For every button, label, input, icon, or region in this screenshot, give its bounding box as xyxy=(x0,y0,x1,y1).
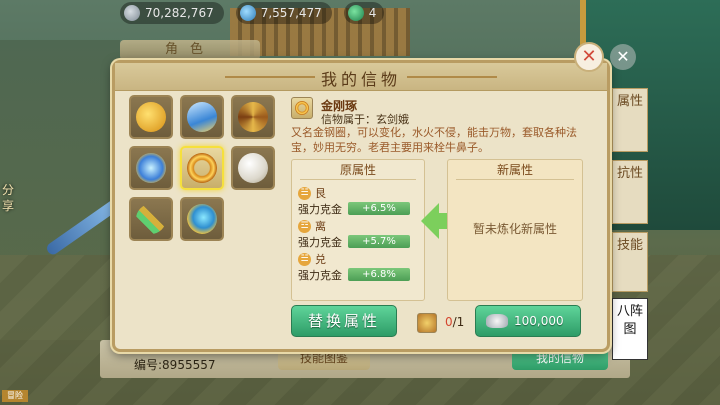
gem-value: 7,557,477 xyxy=(260,6,322,20)
ring-icon xyxy=(295,101,309,115)
tab-skills[interactable]: 技能 xyxy=(612,232,648,292)
token-slot-vase[interactable] xyxy=(180,95,224,139)
close-panel-button[interactable]: ✕ xyxy=(574,42,604,72)
attribute-stat-row: 强力克金 +6.5% xyxy=(298,200,420,217)
original-attributes: 原属性 ☱ 艮 强力克金 +6.5% ☲ 离 强力克金 +5.7% ☱ 兑 强力… xyxy=(291,159,425,301)
gem-icon xyxy=(239,5,256,21)
tab-formation-label: 八阵图 xyxy=(616,304,643,337)
attribute-trigram: ☱ 艮 xyxy=(298,186,420,200)
new-attributes-empty: 暂未炼化新属性 xyxy=(472,222,557,236)
token-grid xyxy=(129,95,279,241)
ring-icon xyxy=(187,153,217,183)
adventure-badge[interactable]: 冒险 xyxy=(2,390,28,402)
token-slot-orb[interactable] xyxy=(129,146,173,190)
token-slot-pearl[interactable] xyxy=(231,146,275,190)
coin-value: 70,282,767 xyxy=(145,6,214,20)
material-needed: /1 xyxy=(452,315,465,329)
selected-token-thumb xyxy=(291,97,313,119)
pearl-icon xyxy=(238,153,268,183)
tab-attributes[interactable]: 属性 xyxy=(612,88,648,152)
token-slot-gourd[interactable] xyxy=(129,95,173,139)
stat-name: 强力克金 xyxy=(298,235,342,249)
tab-resistance-label: 抗性 xyxy=(616,166,643,181)
gourd-icon xyxy=(136,102,166,132)
attribute-stat-row: 强力克金 +5.7% xyxy=(298,233,420,250)
token-slot-ring[interactable] xyxy=(180,146,224,190)
stat-name: 强力克金 xyxy=(298,268,342,282)
token-slot-staff[interactable] xyxy=(231,95,275,139)
serial-number: 编号:8955557 xyxy=(134,358,216,372)
replace-attributes-button[interactable]: 替换属性 xyxy=(291,305,397,337)
silver-ingot-icon xyxy=(486,314,508,328)
staff-icon xyxy=(238,102,268,132)
token-slot-feather[interactable] xyxy=(180,197,224,241)
trigram-name: 兑 xyxy=(315,253,326,266)
orb-icon xyxy=(136,153,166,183)
original-attributes-header: 原属性 xyxy=(300,160,416,180)
attribute-trigram: ☲ 离 xyxy=(298,219,420,233)
new-attributes-header: 新属性 xyxy=(456,160,574,180)
resource-bar: 70,282,767 7,557,477 4 xyxy=(120,0,385,26)
tab-resistance[interactable]: 抗性 xyxy=(612,160,648,224)
close-icon: ✕ xyxy=(581,46,597,67)
stat-name: 强力克金 xyxy=(298,202,342,216)
share-label-2: 享 xyxy=(2,199,15,213)
tab-skills-label: 技能 xyxy=(616,238,643,253)
tab-formation[interactable]: 八阵图 xyxy=(612,298,648,360)
coin-counter: 70,282,767 xyxy=(120,2,224,24)
panel-title-bar: 我的信物 xyxy=(115,63,607,91)
token-description: 又名金钢圈，可以变化，水火不侵，能击万物，套取各种法宝，妙用无穷。老君主要用来栓… xyxy=(291,126,577,154)
close-background-button[interactable]: ✕ xyxy=(610,44,636,70)
trigram-icon: ☱ xyxy=(298,252,311,266)
refine-material-icon[interactable] xyxy=(417,313,437,333)
stat-value: +5.7% xyxy=(348,235,410,248)
attribute-trigram: ☱ 兑 xyxy=(298,252,420,266)
gem-counter: 7,557,477 xyxy=(235,2,332,24)
trigram-name: 离 xyxy=(315,220,326,233)
token-panel: 我的信物 金刚琢 信物属于：玄剑娥 又名金钢圈，可以变化，水火不侵，能击万物，套… xyxy=(112,60,610,352)
attribute-stat-row: 强力克金 +6.8% xyxy=(298,266,420,283)
share-label-1: 分 xyxy=(2,183,15,197)
panel-title: 我的信物 xyxy=(320,70,401,89)
trigram-icon: ☲ xyxy=(298,219,311,233)
role-tab[interactable]: 角色 xyxy=(120,40,260,60)
original-attribute-list: ☱ 艮 强力克金 +6.5% ☲ 离 强力克金 +5.7% ☱ 兑 强力克金 +… xyxy=(292,180,424,283)
stat-value: +6.8% xyxy=(348,268,410,281)
trigram-name: 艮 xyxy=(315,187,326,200)
token-slot-sickle[interactable] xyxy=(129,197,173,241)
jade-icon xyxy=(347,5,364,21)
feather-icon xyxy=(187,204,217,234)
jade-counter: 4 xyxy=(343,2,385,24)
trigram-icon: ☱ xyxy=(298,186,311,200)
share-button[interactable]: 分 享 xyxy=(2,182,14,214)
vase-icon xyxy=(187,102,217,132)
material-count: 0/1 xyxy=(445,315,464,329)
close-icon: ✕ xyxy=(616,47,630,66)
stat-value: +6.5% xyxy=(348,202,410,215)
refine-button[interactable]: 100,000 xyxy=(475,305,581,337)
jade-value: 4 xyxy=(368,6,377,20)
material-owned: 0 xyxy=(445,315,453,329)
sickle-icon xyxy=(136,204,166,234)
tab-attributes-label: 属性 xyxy=(616,94,643,109)
coin-icon xyxy=(124,5,140,21)
refine-cost: 100,000 xyxy=(514,314,564,328)
new-attributes: 新属性 暂未炼化新属性 xyxy=(447,159,583,301)
title-ornament-right xyxy=(407,76,497,78)
